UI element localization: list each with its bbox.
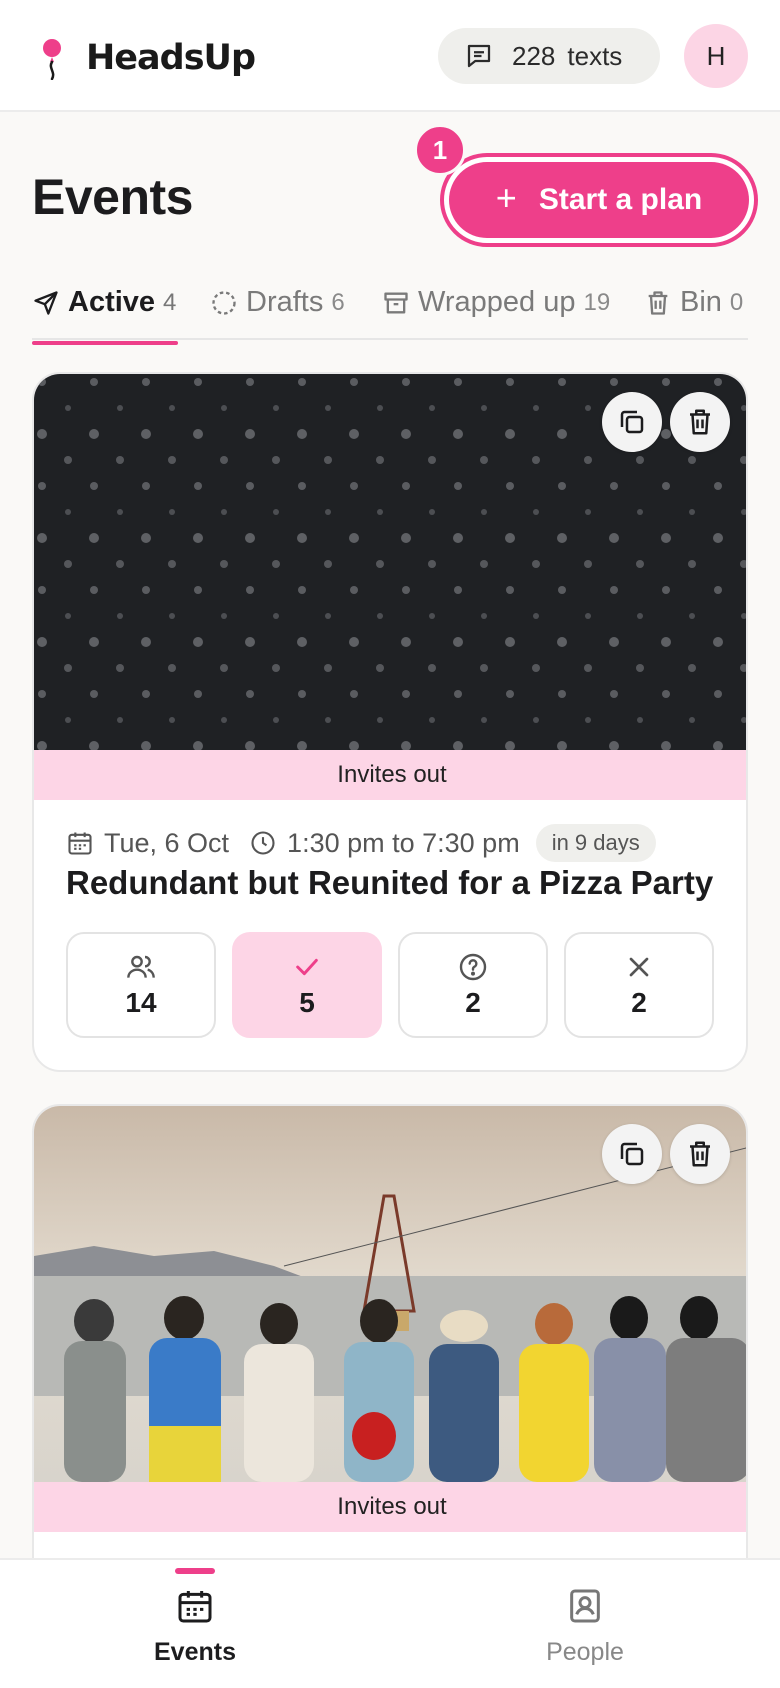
plus-icon: + [495, 177, 517, 218]
status-badge: Invites out [34, 750, 746, 800]
tab-label: Active [68, 286, 156, 318]
start-plan-label: Start a plan [538, 183, 703, 216]
contact-book-icon [570, 1589, 600, 1623]
tab-count: 19 [583, 288, 611, 316]
tab-count: 4 [163, 288, 177, 316]
tab-drafts[interactable]: Drafts 6 [210, 286, 345, 319]
active-tab-indicator [32, 341, 178, 345]
tab-count: 0 [729, 288, 744, 316]
app-header: HeadsUp 228 texts H [0, 0, 780, 112]
copy-icon [620, 1142, 644, 1166]
tab-label: Drafts [246, 286, 324, 318]
start-plan-button[interactable]: + Start a plan [440, 153, 758, 247]
texts-label: texts [567, 40, 623, 71]
card-actions [602, 392, 730, 452]
event-time: 1:30 pm to 7:30 pm [287, 827, 520, 858]
nav-people[interactable]: People [390, 1560, 780, 1688]
nav-label: Events [154, 1638, 236, 1666]
going-count-button[interactable]: 5 [232, 932, 382, 1038]
delete-button[interactable] [670, 392, 730, 452]
declined-count: 2 [631, 987, 647, 1018]
tab-label: Bin [680, 286, 722, 318]
declined-count-button[interactable]: 2 [564, 932, 714, 1038]
tab-bin[interactable]: Bin 0 [644, 286, 743, 319]
archive-icon [384, 292, 408, 313]
tab-count: 6 [331, 288, 345, 316]
start-plan-button-inner[interactable]: + Start a plan [449, 162, 749, 238]
invited-count: 14 [125, 987, 157, 1018]
page-title: Events [32, 169, 193, 225]
message-icon [467, 44, 491, 68]
going-count: 5 [299, 987, 315, 1018]
calendar-icon [68, 832, 92, 855]
clock-icon [251, 831, 275, 855]
bottom-navigation: Events People [0, 1558, 780, 1688]
relative-date-chip: in 9 days [535, 824, 656, 862]
trash-icon [690, 1141, 710, 1167]
delete-button[interactable] [670, 1124, 730, 1184]
texts-balance-button[interactable]: 228 texts [438, 28, 660, 84]
event-date: Tue, 6 Oct [104, 827, 230, 858]
app-logo[interactable]: HeadsUp [38, 36, 256, 80]
rsvp-stats: 14 5 2 2 [66, 932, 714, 1038]
calendar-icon [178, 1591, 212, 1623]
duplicate-button[interactable] [602, 392, 662, 452]
balloon-logo-icon [43, 39, 61, 80]
duplicate-button[interactable] [602, 1124, 662, 1184]
close-icon [629, 957, 649, 977]
active-nav-indicator [175, 1568, 215, 1574]
card-actions [602, 1124, 730, 1184]
user-avatar[interactable]: H [684, 24, 748, 88]
tab-label: Wrapped up [418, 286, 576, 318]
event-title: Redundant but Reunited for a Pizza Party [66, 864, 714, 901]
people-icon [127, 955, 155, 978]
dashed-circle-icon [212, 290, 236, 315]
check-icon [296, 958, 318, 976]
nav-label: People [546, 1638, 624, 1666]
tab-active[interactable]: Active 4 [32, 286, 178, 345]
question-circle-icon [459, 953, 487, 981]
step-badge: 1 [414, 124, 466, 176]
app-name: HeadsUp [86, 38, 256, 78]
trash-icon [648, 290, 668, 315]
copy-icon [620, 410, 644, 434]
event-meta: Tue, 6 Oct 1:30 pm to 7:30 pm in 9 days [66, 824, 656, 862]
maybe-count: 2 [465, 987, 481, 1018]
send-icon [34, 290, 58, 315]
tab-wrapped-up[interactable]: Wrapped up 19 [382, 286, 610, 319]
event-card[interactable]: Invites out Tue, 6 Oct 1:30 pm to 7:30 p… [32, 372, 748, 1072]
texts-count: 228 [512, 40, 556, 71]
event-tabs: Active 4 Drafts 6 Wrapped up 19 Bin 0 [32, 280, 748, 345]
nav-events[interactable]: Events [0, 1560, 390, 1688]
status-badge: Invites out [34, 1482, 746, 1532]
invited-count-button[interactable]: 14 [66, 932, 216, 1038]
trash-icon [690, 409, 710, 435]
maybe-count-button[interactable]: 2 [398, 932, 548, 1038]
